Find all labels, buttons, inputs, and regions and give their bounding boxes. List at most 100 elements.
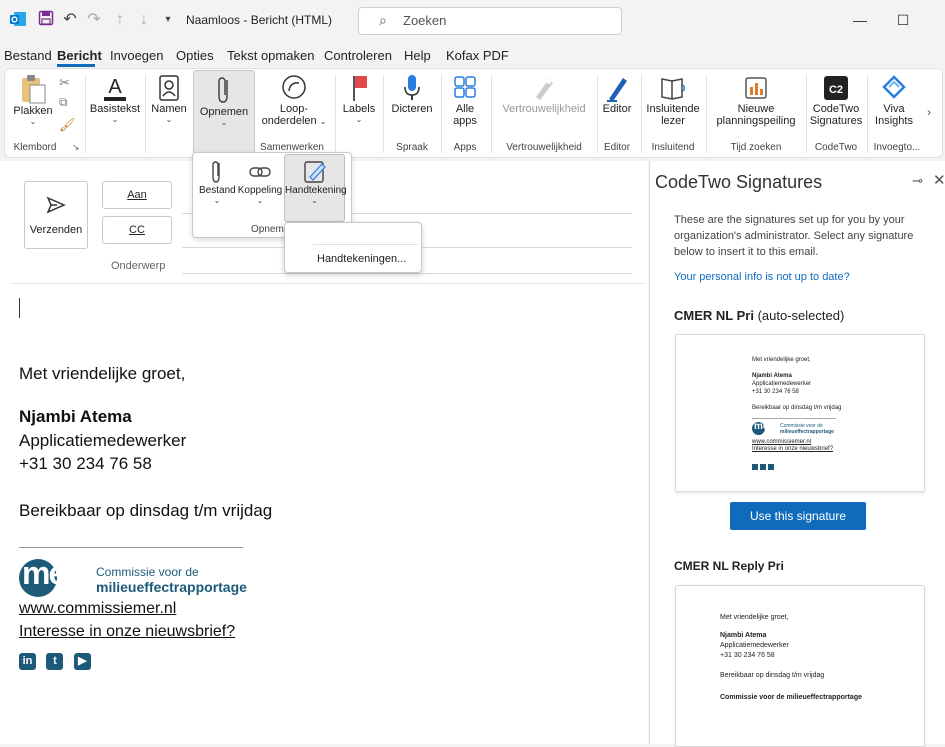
- customize-icon[interactable]: ▾: [158, 10, 178, 30]
- menu-divider: [313, 244, 417, 245]
- chevron-down-icon: ⌄: [220, 118, 228, 127]
- tab-tekst-opmaken[interactable]: Tekst opmaken: [227, 48, 314, 63]
- editor-button[interactable]: Editor: [597, 73, 637, 115]
- planningspeiling-button[interactable]: Nieuwe planningspeiling: [711, 73, 801, 127]
- separator: [85, 75, 86, 153]
- codetwo-pane: CodeTwo Signatures ⊸ ✕ These are the sig…: [649, 161, 945, 747]
- website-link[interactable]: www.commissiemer.nl: [19, 600, 176, 618]
- signature-availability: Bereikbaar op dinsdag t/m vrijdag: [19, 501, 273, 520]
- editor-label: Editor: [602, 103, 632, 115]
- paperclip-icon: [218, 77, 228, 103]
- group-label-invoegtoepassingen: Invoegto...: [873, 142, 921, 153]
- viva-label-2: Insights: [875, 115, 913, 127]
- preview-2-name: Njambi Atema: [720, 632, 767, 639]
- separator: [145, 75, 146, 153]
- cut-icon[interactable]: ✂: [59, 75, 70, 91]
- logo-line-1: Commissie voor de: [96, 565, 199, 579]
- dicteren-label: Dicteren: [391, 103, 433, 115]
- menu-bar: Bestand Bericht Invoegen Opties Tekst op…: [0, 44, 945, 66]
- undo-icon[interactable]: ↶: [60, 10, 80, 30]
- use-signature-button[interactable]: Use this signature: [730, 502, 866, 530]
- insluitende-lezer-button[interactable]: Insluitende lezer: [645, 73, 701, 127]
- tab-help[interactable]: Help: [404, 48, 431, 63]
- bestand-button[interactable]: Bestand ⌄: [199, 159, 236, 205]
- format-painter-icon[interactable]: 🖌: [59, 117, 76, 133]
- personal-info-link[interactable]: Your personal info is not up to date?: [674, 271, 850, 283]
- twitter-icon[interactable]: t: [46, 653, 64, 670]
- opnemen-button[interactable]: Opnemen ⌄: [193, 70, 255, 154]
- signature-role: Applicatiemedewerker: [19, 431, 187, 450]
- koppeling-button[interactable]: Koppeling ⌄: [237, 159, 283, 205]
- signature-2-preview[interactable]: Met vriendelijke groet, Njambi Atema App…: [675, 585, 925, 747]
- ribbon-scroll-right-icon[interactable]: ›: [927, 105, 931, 119]
- preview-phone: +31 30 234 76 58: [752, 389, 799, 395]
- signature-name: Njambi Atema: [19, 407, 132, 426]
- signature-1-name: CMER NL Pri: [674, 308, 754, 323]
- preview-2-role: Applicatiemedewerker: [720, 642, 789, 649]
- subject-label: Onderwerp: [111, 260, 166, 272]
- group-label-vertrouwelijkheid: Vertrouwelijkheid: [506, 142, 582, 153]
- chevron-down-icon: ⌄: [29, 117, 37, 126]
- group-label-insluitend: Insluitend: [651, 142, 695, 153]
- preview-name: Njambi Atema: [752, 373, 792, 379]
- group-label-apps: Apps: [453, 142, 477, 153]
- preview-twitter-icon: [760, 464, 766, 470]
- signature-1-preview[interactable]: Met vriendelijke groet, Njambi Atema App…: [675, 334, 925, 492]
- youtube-icon[interactable]: ▶: [73, 653, 91, 670]
- viva-insights-button[interactable]: Viva Insights: [869, 73, 919, 127]
- alle-apps-button[interactable]: Alle apps: [445, 73, 485, 127]
- down-icon[interactable]: ↓: [134, 10, 154, 30]
- tab-kofax-pdf[interactable]: Kofax PDF: [446, 48, 509, 63]
- text-cursor: [19, 298, 20, 318]
- codetwo-icon: C2: [824, 76, 848, 100]
- loop-onderdelen-button[interactable]: Loop- onderdelen ⌄: [259, 73, 329, 127]
- flag-icon: [353, 76, 367, 101]
- basistekst-button[interactable]: A Basistekst ⌄: [89, 73, 141, 124]
- preview-greeting: Met vriendelijke groet,: [752, 357, 811, 363]
- copy-icon[interactable]: ⧉: [59, 95, 68, 110]
- preview-2-phone: +31 30 234 76 58: [720, 652, 775, 659]
- search-input[interactable]: ⌕ Zoeken: [358, 7, 622, 35]
- redo-icon[interactable]: ↷: [84, 10, 104, 30]
- tab-bestand[interactable]: Bestand: [4, 48, 52, 63]
- to-button[interactable]: Aan: [102, 181, 172, 209]
- handtekening-button[interactable]: Handtekening ⌄: [284, 154, 347, 222]
- up-icon[interactable]: ↑: [110, 10, 130, 30]
- save-icon[interactable]: [36, 10, 56, 30]
- paste-button[interactable]: Plakken ⌄: [11, 73, 55, 126]
- menu-item-handtekeningen[interactable]: Handtekeningen...: [317, 253, 406, 265]
- vertrouwelijkheid-button[interactable]: Vertrouwelijkheid: [495, 73, 593, 115]
- tab-opties[interactable]: Opties: [176, 48, 214, 63]
- linkedin-icon[interactable]: in: [19, 653, 36, 670]
- tab-invoegen[interactable]: Invoegen: [110, 48, 164, 63]
- pin-icon[interactable]: ⊸: [912, 173, 923, 189]
- tab-bericht[interactable]: Bericht: [57, 48, 102, 63]
- maximize-button[interactable]: ☐: [888, 10, 918, 30]
- send-button[interactable]: Verzenden: [24, 181, 88, 249]
- minimize-button[interactable]: —: [845, 10, 875, 30]
- preview-social: [752, 457, 774, 475]
- separator: [641, 75, 642, 153]
- preview-role: Applicatiemedewerker: [752, 381, 812, 387]
- separator: [491, 75, 492, 153]
- address-book-icon: [159, 75, 179, 101]
- send-icon: [46, 196, 66, 214]
- codetwo-signatures-button[interactable]: C2 CodeTwo Signatures: [809, 73, 863, 127]
- dialog-launcher-icon[interactable]: ↘: [72, 142, 80, 153]
- dicteren-button[interactable]: Dicteren: [387, 73, 437, 115]
- cc-button[interactable]: CC: [102, 216, 172, 244]
- svg-text:A: A: [108, 76, 122, 98]
- close-icon[interactable]: ✕: [933, 171, 945, 189]
- labels-button[interactable]: Labels ⌄: [339, 73, 379, 124]
- tab-controleren[interactable]: Controleren: [324, 48, 392, 63]
- ribbon: Plakken ⌄ ✂ ⧉ 🖌 Klembord ↘ A Basistekst …: [4, 68, 943, 158]
- codetwo-label-2: Signatures: [809, 115, 863, 127]
- chevron-down-icon: ⌄: [213, 196, 221, 205]
- newsletter-link[interactable]: Interesse in onze nieuwsbrief?: [19, 623, 235, 641]
- preview-website: www.commissiemer.nl: [752, 439, 812, 445]
- svg-text:C2: C2: [829, 84, 843, 96]
- namen-button[interactable]: Namen ⌄: [149, 73, 189, 124]
- logo-mark: mer: [22, 555, 77, 591]
- mer-logo: mer: [19, 555, 85, 599]
- subject-field[interactable]: [182, 273, 632, 274]
